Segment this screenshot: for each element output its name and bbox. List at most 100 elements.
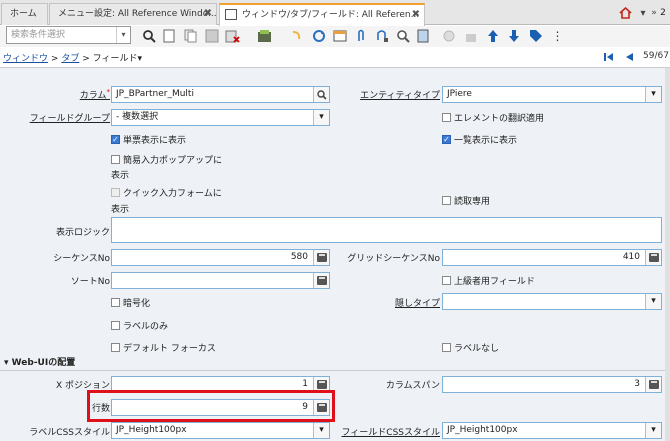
sort-field[interactable] — [111, 272, 330, 289]
tab-count: 2 — [660, 8, 666, 18]
element-translation-checkbox[interactable]: エレメントの翻訳適用 — [442, 111, 544, 124]
checkbox-box[interactable] — [442, 196, 451, 205]
new-record-icon[interactable] — [161, 27, 178, 44]
field-value: JP_Height100px — [447, 425, 518, 435]
field-value: 410 — [622, 252, 640, 262]
chevron-down-icon[interactable]: ▾ — [137, 54, 142, 64]
label-css-select[interactable]: JP_Height100px ▾ — [111, 422, 330, 439]
arrow-down-icon[interactable] — [505, 27, 522, 44]
grid-sequence-label: グリッドシーケンスNo — [347, 254, 440, 264]
default-focus-checkbox[interactable]: デフォルト フォーカス — [111, 341, 216, 354]
advanced-field-checkbox[interactable]: 上級者用フィールド — [442, 274, 535, 287]
search-icon[interactable] — [313, 87, 329, 102]
field-css-select[interactable]: JP_Height100px ▾ — [442, 422, 662, 439]
entity-type-label[interactable]: エンティティタイプ — [350, 88, 440, 101]
field-value: JP_BPartner_Multi — [116, 89, 194, 99]
checkbox-box[interactable]: ✓ — [442, 135, 451, 144]
tab-window-tab-field[interactable]: ウィンドウ/タブ/フィールド: All Referen... ✖ — [219, 3, 425, 26]
encrypted-checkbox[interactable]: 暗号化 — [111, 296, 150, 309]
tab-label: ホーム — [10, 9, 37, 19]
calculator-icon[interactable] — [313, 273, 329, 288]
column-label[interactable]: カラム* — [70, 88, 110, 101]
field-group-label[interactable]: フィールドグループ — [10, 111, 110, 124]
no-label-checkbox[interactable]: ラベルなし — [442, 341, 499, 354]
readonly-checkbox[interactable]: 読取専用 — [442, 194, 490, 207]
checkbox-box[interactable] — [442, 113, 451, 122]
chevron-down-icon[interactable]: ▾ — [313, 423, 329, 438]
delete-icon[interactable] — [224, 27, 241, 44]
chevron-down-icon[interactable]: ▾ — [313, 110, 329, 125]
tab-label: メニュー設定: All Reference Windo... — [58, 9, 217, 19]
checkbox-box[interactable] — [111, 155, 120, 164]
label-only-checkbox[interactable]: ラベルのみ — [111, 319, 168, 332]
close-icon[interactable]: ✖ — [204, 4, 212, 24]
checkbox-box[interactable] — [111, 343, 120, 352]
calculator-icon[interactable] — [645, 250, 661, 265]
checkbox-box[interactable] — [442, 276, 451, 285]
chevron-down-icon[interactable]: ▾ — [637, 6, 649, 20]
entity-type-select[interactable]: JPiere ▾ — [442, 86, 662, 103]
attachment-icon[interactable] — [352, 27, 369, 44]
hide-type-label[interactable]: 隠しタイプ — [340, 296, 440, 309]
checkbox-label-cont: 表示 — [111, 171, 130, 181]
sequence-field[interactable]: 580 — [111, 249, 330, 266]
breadcrumb-tab[interactable]: タブ — [61, 54, 79, 64]
first-record-icon[interactable] — [603, 51, 615, 63]
quick-form-checkbox[interactable]: クイック入力フォームに — [111, 186, 222, 199]
search-icon[interactable] — [140, 27, 157, 44]
refresh-icon[interactable] — [310, 27, 327, 44]
print-icon[interactable] — [256, 27, 273, 44]
arrow-up-icon[interactable] — [484, 27, 501, 44]
grid-toggle-icon[interactable] — [331, 27, 348, 44]
tab-menu-settings[interactable]: メニュー設定: All Reference Windo... ✖ — [49, 3, 217, 25]
list-display-checkbox[interactable]: ✓ 一覧表示に表示 — [442, 133, 517, 146]
scrollbar[interactable] — [665, 68, 670, 441]
save-icon[interactable] — [203, 27, 220, 44]
column-span-field[interactable]: 3 — [442, 376, 662, 393]
zoom-across-icon[interactable] — [394, 27, 411, 44]
checkbox-box[interactable]: ✓ — [111, 135, 120, 144]
tag-icon[interactable] — [527, 27, 544, 44]
checkbox-box[interactable] — [442, 343, 451, 352]
home-icon[interactable] — [618, 6, 632, 20]
field-value: JP_Height100px — [116, 425, 187, 435]
label-css-label: ラベルCSSスタイル — [29, 428, 110, 438]
chevron-down-icon[interactable]: ▾ — [645, 294, 661, 309]
tab-home[interactable]: ホーム — [1, 3, 48, 25]
chevron-down-icon[interactable]: ▾ — [116, 27, 130, 43]
copy-icon[interactable] — [182, 27, 199, 44]
display-logic-textarea[interactable] — [111, 217, 662, 243]
calculator-icon[interactable] — [313, 250, 329, 265]
breadcrumb-sep: > — [50, 54, 59, 64]
chevron-down-icon[interactable]: ▾ — [645, 423, 661, 438]
column-field[interactable]: JP_BPartner_Multi — [111, 86, 330, 103]
more-menu-icon[interactable]: ⋮ — [549, 27, 566, 44]
field-group-select[interactable]: - 複数選択 ▾ — [111, 109, 330, 126]
settings-icon[interactable] — [440, 27, 457, 44]
hide-type-select[interactable]: ▾ — [442, 293, 662, 310]
checkbox-box[interactable] — [111, 321, 120, 330]
web-ui-layout-section[interactable]: ▾ Web-UIの配置 — [0, 355, 670, 371]
breadcrumb-window[interactable]: ウィンドウ — [3, 54, 48, 64]
column-span-label: カラムスパン — [385, 381, 440, 391]
calculator-icon[interactable] — [645, 377, 661, 392]
lock-icon[interactable] — [462, 27, 479, 44]
quick-popup-checkbox[interactable]: 簡易入力ポップアップに — [111, 153, 222, 166]
checkbox-label: 読取専用 — [454, 197, 491, 207]
previous-record-icon[interactable] — [623, 51, 635, 63]
search-input[interactable]: 検索条件選択 ▾ — [6, 26, 131, 44]
checkbox-box[interactable] — [111, 298, 120, 307]
undo-icon[interactable] — [287, 27, 304, 44]
label-text: カラム — [79, 91, 107, 101]
chat-icon[interactable] — [373, 27, 390, 44]
field-css-label[interactable]: フィールドCSSスタイル — [330, 425, 440, 438]
field-value: 1 — [302, 379, 308, 389]
checkbox-box[interactable] — [111, 188, 120, 197]
chevron-down-icon[interactable]: ▾ — [645, 87, 661, 102]
close-icon[interactable]: ✖ — [412, 5, 420, 25]
single-display-checkbox[interactable]: ✓ 単票表示に表示 — [111, 133, 186, 146]
highlight-box — [87, 390, 335, 422]
grid-sequence-field[interactable]: 410 — [442, 249, 662, 266]
breadcrumb-field[interactable]: フィールド — [93, 54, 138, 64]
report-icon[interactable] — [415, 27, 432, 44]
